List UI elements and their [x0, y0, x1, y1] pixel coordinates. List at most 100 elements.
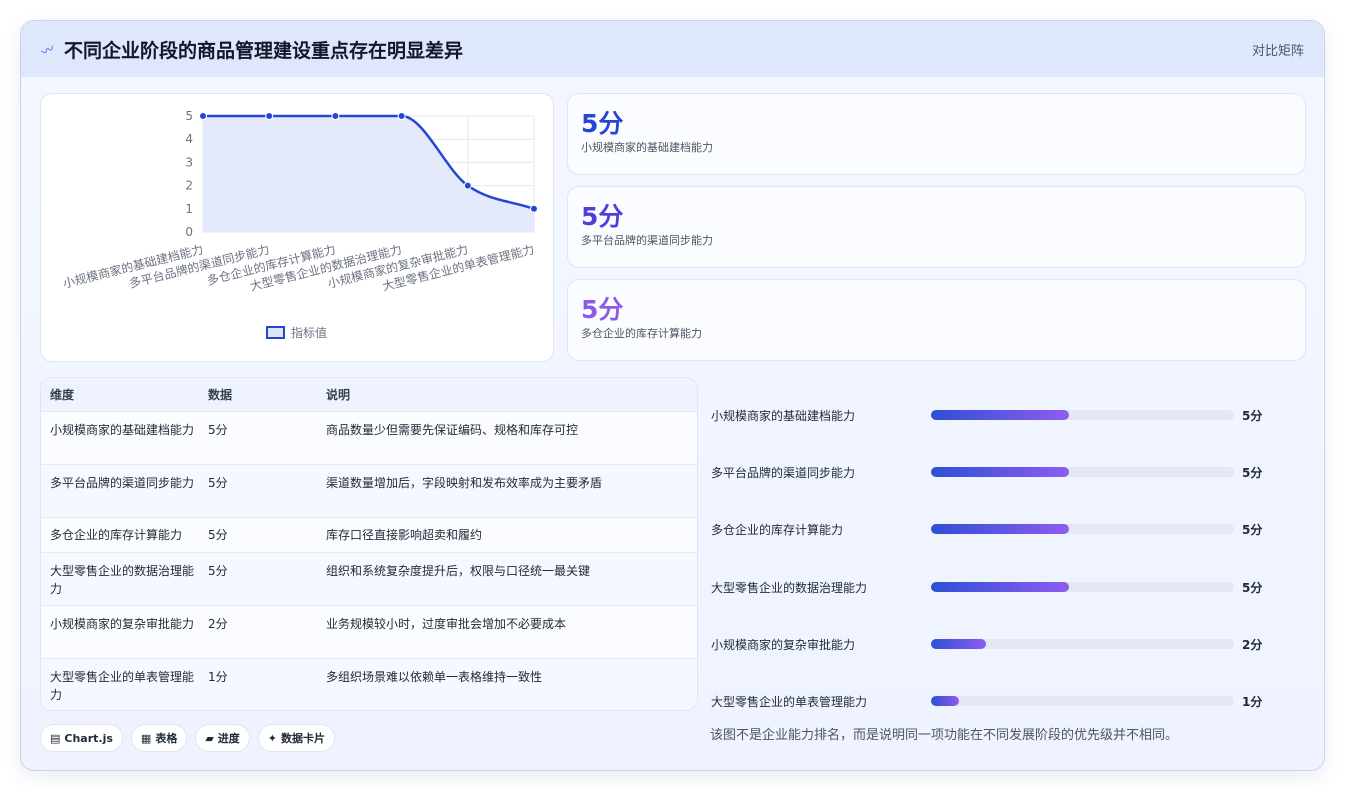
pill-label: 表格 [155, 732, 178, 745]
progress-track [931, 582, 1234, 592]
progress-row: 多仓企业的库存计算能力 5分 [711, 519, 1311, 539]
data-point [463, 181, 472, 190]
table-cell-value: 5分 [208, 423, 228, 437]
table-row: 多仓企业的库存计算能力 5分 库存口径直接影响超卖和履约 [41, 517, 697, 552]
progress-fill [931, 467, 1069, 477]
table-cell-value: 5分 [208, 476, 228, 490]
table-row: 大型零售企业的单表管理能力 1分 多组织场景难以依赖单一表格维持一致性 [41, 658, 697, 710]
pill-label: Chart.js [64, 731, 113, 745]
progress-value: 5分 [1242, 466, 1263, 480]
table-header-row: 维度 数据 说明 [41, 378, 697, 411]
progress-track [931, 639, 1234, 649]
progress-icon: ▰ [205, 731, 214, 745]
dashboard-card: 〰 不同企业阶段的商品管理建设重点存在明显差异 对比矩阵 0 1 2 3 4 5 小规模商家… [20, 20, 1325, 771]
column-header: 说明 [326, 388, 351, 402]
data-point [530, 204, 538, 213]
table-cell-value: 5分 [208, 564, 228, 578]
progress-label: 小规模商家的复杂审批能力 [711, 638, 856, 652]
progress-label: 大型零售企业的数据治理能力 [711, 581, 868, 595]
progress-row: 多平台品牌的渠道同步能力 5分 [711, 462, 1311, 482]
table-row: 小规模商家的复杂审批能力 2分 业务规模较小时，过度审批会增加不必要成本 [41, 605, 697, 658]
progress-fill [931, 582, 1069, 592]
progress-label: 小规模商家的基础建档能力 [711, 409, 856, 423]
progress-value: 5分 [1242, 409, 1263, 423]
table-cell-dim: 小规模商家的复杂审批能力 [50, 617, 195, 631]
column-header: 维度 [50, 388, 75, 402]
progress-fill [931, 410, 1069, 420]
pill-label: 进度 [217, 732, 240, 745]
kpi-value: 5分 [581, 202, 624, 231]
table-row: 多平台品牌的渠道同步能力 5分 渠道数量增加后，字段映射和发布效率成为主要矛盾 [41, 464, 697, 517]
progress-value: 5分 [1242, 523, 1263, 537]
table-cell-dim: 大型零售企业的数据治理能力 [50, 564, 195, 596]
sparkle-icon: ✦ [267, 731, 278, 745]
data-point [265, 112, 274, 120]
data-point [199, 112, 207, 120]
table-cell-value: 5分 [208, 528, 228, 542]
line-chart-panel: 0 1 2 3 4 5 小规模商家的基础建档能力 多平台品牌的渠道同步能力 多仓企业的库存计算能… [40, 93, 554, 362]
page-title: 不同企业阶段的商品管理建设重点存在明显差异 [64, 39, 464, 62]
header-tag: 对比矩阵 [1251, 43, 1304, 59]
progress-track [931, 524, 1234, 534]
progress-track [931, 696, 1234, 706]
table-cell-desc: 渠道数量增加后，字段映射和发布效率成为主要矛盾 [326, 476, 603, 490]
data-table: 维度 数据 说明 小规模商家的基础建档能力 5分 商品数量少但需要先保证编码、规… [40, 377, 698, 711]
y-tick-label: 3 [185, 155, 193, 169]
data-point [331, 112, 340, 120]
y-tick-label: 4 [185, 132, 193, 146]
progress-row: 小规模商家的基础建档能力 5分 [711, 405, 1311, 425]
table-cell-desc: 组织和系统复杂度提升后，权限与口径统一最关键 [326, 564, 591, 578]
table-cell-value: 2分 [208, 617, 228, 631]
table-cell-value: 1分 [208, 670, 228, 684]
data-point [397, 112, 406, 120]
y-tick-label: 0 [185, 225, 193, 239]
header-bar: 〰 不同企业阶段的商品管理建设重点存在明显差异 对比矩阵 [21, 21, 1324, 77]
legend-label: 指标值 [291, 325, 327, 340]
area-fill [203, 116, 534, 232]
progress-fill [931, 639, 987, 649]
tag-pills: ▤ Chart.js ▦ 表格 ▰ 进度 ✦ 数据卡片 [40, 724, 336, 752]
y-tick-label: 5 [185, 109, 193, 123]
kpi-card: 5分 多仓企业的库存计算能力 [567, 279, 1306, 361]
progress-row: 大型零售企业的数据治理能力 5分 [711, 577, 1311, 597]
table-cell-desc: 库存口径直接影响超卖和履约 [326, 528, 483, 542]
kpi-card: 5分 小规模商家的基础建档能力 [567, 93, 1306, 175]
pill-chartjs[interactable]: ▤ Chart.js [40, 724, 123, 752]
table-cell-dim: 多仓企业的库存计算能力 [50, 528, 183, 542]
column-header: 数据 [208, 388, 233, 402]
y-tick-label: 2 [185, 179, 193, 193]
progress-label: 大型零售企业的单表管理能力 [711, 695, 868, 709]
progress-fill [931, 524, 1069, 534]
pill-progress[interactable]: ▰ 进度 [195, 724, 250, 752]
kpi-label: 多仓企业的库存计算能力 [581, 327, 702, 340]
progress-value: 1分 [1242, 695, 1263, 709]
table-icon: ▦ [140, 731, 152, 745]
legend-swatch [266, 326, 285, 339]
progress-fill [931, 696, 959, 706]
table-cell-dim: 多平台品牌的渠道同步能力 [50, 476, 195, 490]
kpi-value: 5分 [581, 295, 624, 324]
table-row: 大型零售企业的数据治理能力 5分 组织和系统复杂度提升后，权限与口径统一最关键 [41, 552, 697, 605]
kpi-label: 多平台品牌的渠道同步能力 [581, 234, 713, 247]
line-chart: 012345小规模商家的基础建档能力多平台品牌的渠道同步能力多仓企业的库存计算能… [61, 109, 538, 340]
table-cell-dim: 小规模商家的基础建档能力 [50, 423, 195, 437]
progress-label: 多平台品牌的渠道同步能力 [711, 466, 856, 480]
pill-table[interactable]: ▦ 表格 [130, 724, 188, 752]
sparkline-icon: 〰 [39, 41, 58, 61]
table-row: 小规模商家的基础建档能力 5分 商品数量少但需要先保证编码、规格和库存可控 [41, 411, 697, 464]
progress-track [931, 410, 1234, 420]
pill-data-card[interactable]: ✦ 数据卡片 [257, 724, 336, 752]
progress-row: 小规模商家的复杂审批能力 2分 [711, 634, 1311, 654]
progress-label: 多仓企业的库存计算能力 [711, 523, 844, 537]
progress-track [931, 467, 1234, 477]
table-cell-desc: 业务规模较小时，过度审批会增加不必要成本 [326, 617, 567, 631]
table-cell-desc: 商品数量少但需要先保证编码、规格和库存可控 [326, 423, 579, 437]
pill-label: 数据卡片 [281, 732, 326, 745]
chart-icon: ▤ [50, 731, 61, 745]
table-cell-dim: 大型零售企业的单表管理能力 [50, 670, 195, 702]
progress-value: 2分 [1242, 638, 1263, 652]
progress-value: 5分 [1242, 581, 1263, 595]
kpi-label: 小规模商家的基础建档能力 [581, 141, 713, 154]
y-tick-label: 1 [185, 202, 193, 216]
table-cell-desc: 多组织场景难以依赖单一表格维持一致性 [326, 670, 543, 684]
